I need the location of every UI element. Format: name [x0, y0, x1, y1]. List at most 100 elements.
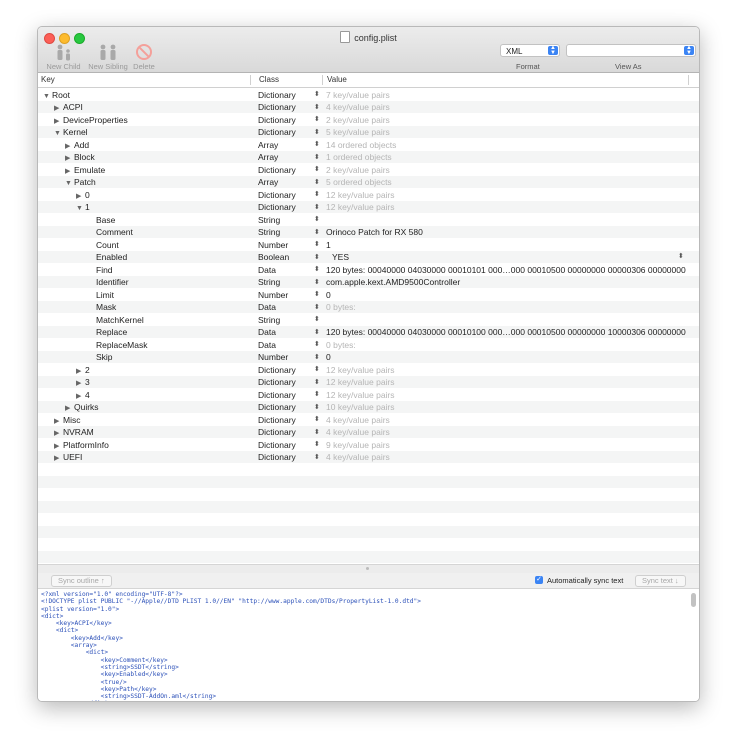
class-stepper-icon[interactable]: ⬍ [314, 340, 320, 348]
row-value[interactable]: 120 bytes: 00040000 04030000 00010100 00… [326, 327, 686, 337]
row-class[interactable]: Data [258, 327, 276, 337]
row-value[interactable]: 4 key/value pairs [326, 452, 390, 462]
auto-sync-checkbox[interactable]: ✓ [535, 576, 543, 584]
row-class[interactable]: Dictionary [258, 427, 296, 437]
xml-source-editor[interactable]: <?xml version="1.0" encoding="UTF-8"?> <!… [38, 589, 699, 701]
outline-row[interactable]: ▼ 1 Dictionary ⬍ 12 key/value pairs [38, 200, 699, 213]
class-stepper-icon[interactable]: ⬍ [314, 453, 320, 461]
outline-row[interactable]: ▶ Block Array ⬍ 1 ordered objects [38, 150, 699, 163]
row-key[interactable]: Enabled [96, 252, 127, 262]
class-stepper-icon[interactable]: ⬍ [314, 140, 320, 148]
row-class[interactable]: Number [258, 352, 288, 362]
row-class[interactable]: Dictionary [258, 440, 296, 450]
disclosure-closed-icon[interactable]: ▶ [54, 454, 63, 462]
row-key[interactable]: ▶ 0 [76, 190, 90, 200]
outline-row[interactable]: ▼ Root Dictionary ⬍ 7 key/value pairs [38, 88, 699, 101]
row-class[interactable]: Array [258, 152, 278, 162]
disclosure-closed-icon[interactable]: ▶ [76, 379, 85, 387]
row-value[interactable]: 0 bytes: [326, 302, 356, 312]
class-stepper-icon[interactable]: ⬍ [314, 103, 320, 111]
format-select[interactable]: XML ▲ ▼ [500, 44, 560, 57]
class-stepper-icon[interactable]: ⬍ [314, 415, 320, 423]
row-key[interactable]: ▶ Block [65, 152, 95, 162]
outline-row[interactable]: Find Data ⬍ 120 bytes: 00040000 04030000 00… [38, 263, 699, 276]
outline-row[interactable]: ▶ 4 Dictionary ⬍ 12 key/value pairs [38, 388, 699, 401]
row-value[interactable]: 4 key/value pairs [326, 415, 390, 425]
class-stepper-icon[interactable]: ⬍ [314, 115, 320, 123]
row-value[interactable]: 4 key/value pairs [326, 427, 390, 437]
row-value[interactable]: 9 key/value pairs [326, 440, 390, 450]
row-class[interactable]: Array [258, 177, 278, 187]
column-divider[interactable] [688, 75, 689, 85]
row-key[interactable]: ▶ NVRAM [54, 427, 94, 437]
row-key[interactable]: ▶ 4 [76, 390, 90, 400]
row-key[interactable]: ▶ 3 [76, 377, 90, 387]
row-key[interactable]: ▶ Add [65, 140, 89, 150]
row-key[interactable]: ▶ 2 [76, 365, 90, 375]
row-class[interactable]: Dictionary [258, 452, 296, 462]
row-value[interactable]: 120 bytes: 00040000 04030000 00010101 00… [326, 265, 686, 275]
disclosure-closed-icon[interactable]: ▶ [54, 442, 63, 450]
row-key[interactable]: ▶ Quirks [65, 402, 99, 412]
source-scrollbar[interactable] [691, 593, 696, 607]
row-key[interactable]: Count [96, 240, 119, 250]
disclosure-closed-icon[interactable]: ▶ [76, 392, 85, 400]
disclosure-closed-icon[interactable]: ▶ [65, 167, 74, 175]
disclosure-closed-icon[interactable]: ▶ [65, 142, 74, 150]
outline-row[interactable]: ▶ NVRAM Dictionary ⬍ 4 key/value pairs [38, 425, 699, 438]
xml-source-text[interactable]: <?xml version="1.0" encoding="UTF-8"?> <!… [38, 589, 699, 701]
row-class[interactable]: Dictionary [258, 390, 296, 400]
row-key[interactable]: Identifier [96, 277, 129, 287]
row-class[interactable]: Data [258, 265, 276, 275]
row-value[interactable]: 1 [326, 240, 331, 250]
outline-row[interactable]: ▶ 0 Dictionary ⬍ 12 key/value pairs [38, 188, 699, 201]
row-value[interactable]: 4 key/value pairs [326, 102, 390, 112]
class-stepper-icon[interactable]: ⬍ [314, 90, 320, 98]
row-value[interactable]: YES [332, 252, 349, 262]
class-stepper-icon[interactable]: ⬍ [314, 403, 320, 411]
row-class[interactable]: Dictionary [258, 115, 296, 125]
row-key[interactable]: ▶ UEFI [54, 452, 82, 462]
outline-row[interactable]: ▶ Add Array ⬍ 14 ordered objects [38, 138, 699, 151]
row-key[interactable]: ▼ Kernel [54, 127, 88, 137]
class-stepper-icon[interactable]: ⬍ [314, 353, 320, 361]
new-child-button[interactable]: New Child [41, 43, 86, 71]
row-key[interactable]: Mask [96, 302, 116, 312]
outline-row[interactable]: Replace Data ⬍ 120 bytes: 00040000 04030000… [38, 325, 699, 338]
outline-row[interactable]: Comment String ⬍ Orinoco Patch for RX 580 [38, 225, 699, 238]
value-column-header[interactable]: Value [327, 75, 347, 84]
row-key[interactable]: Base [96, 215, 115, 225]
class-stepper-icon[interactable]: ⬍ [314, 165, 320, 173]
outline-row[interactable]: Count Number ⬍ 1 [38, 238, 699, 251]
class-stepper-icon[interactable]: ⬍ [314, 390, 320, 398]
row-key[interactable]: ▶ Emulate [65, 165, 105, 175]
row-class[interactable]: Dictionary [258, 415, 296, 425]
view-as-select[interactable]: ▲ ▼ [566, 44, 696, 57]
row-value[interactable]: 1 ordered objects [326, 152, 392, 162]
class-stepper-icon[interactable]: ⬍ [314, 290, 320, 298]
row-class[interactable]: String [258, 277, 280, 287]
row-key[interactable]: Limit [96, 290, 114, 300]
disclosure-open-icon[interactable]: ▼ [76, 205, 85, 212]
row-value[interactable]: 5 ordered objects [326, 177, 392, 187]
class-stepper-icon[interactable]: ⬍ [314, 190, 320, 198]
row-class[interactable]: Number [258, 240, 288, 250]
outline-row[interactable]: ▶ Emulate Dictionary ⬍ 2 key/value pairs [38, 163, 699, 176]
row-class[interactable]: Data [258, 340, 276, 350]
column-divider[interactable] [322, 75, 323, 85]
row-value[interactable]: 7 key/value pairs [326, 90, 390, 100]
row-value[interactable]: 5 key/value pairs [326, 127, 390, 137]
outline-row[interactable]: Identifier String ⬍ com.apple.kext.AMD9500C… [38, 275, 699, 288]
outline-row[interactable]: Limit Number ⬍ 0 [38, 288, 699, 301]
disclosure-open-icon[interactable]: ▼ [65, 180, 74, 187]
row-class[interactable]: Dictionary [258, 165, 296, 175]
row-value[interactable]: 14 ordered objects [326, 140, 396, 150]
class-stepper-icon[interactable]: ⬍ [314, 328, 320, 336]
outline-row[interactable]: ▶ Quirks Dictionary ⬍ 10 key/value pairs [38, 400, 699, 413]
disclosure-closed-icon[interactable]: ▶ [54, 429, 63, 437]
outline-row[interactable]: ▶ 2 Dictionary ⬍ 12 key/value pairs [38, 363, 699, 376]
class-stepper-icon[interactable]: ⬍ [314, 253, 320, 261]
row-class[interactable]: Array [258, 140, 278, 150]
outline-row[interactable]: Skip Number ⬍ 0 [38, 350, 699, 363]
row-key[interactable]: ▶ DeviceProperties [54, 115, 128, 125]
